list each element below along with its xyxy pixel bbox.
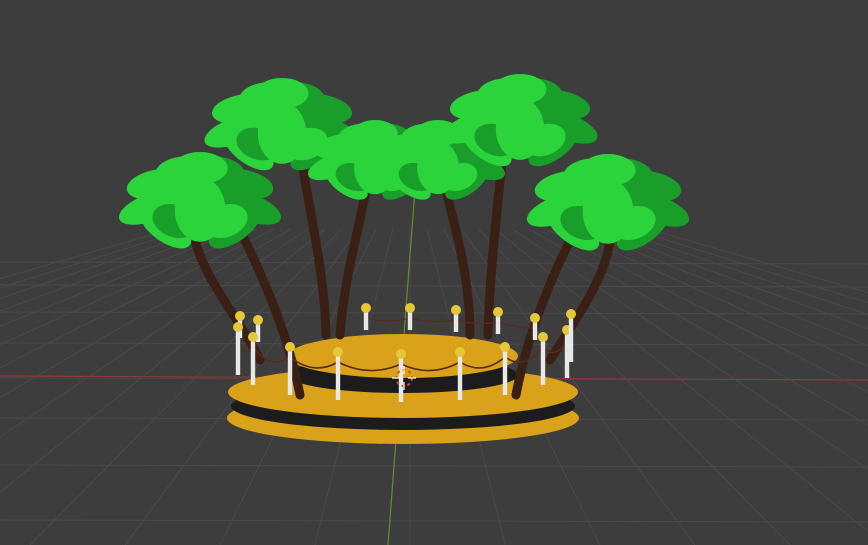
grid-line (0, 228, 205, 299)
fence-post-cap (396, 349, 406, 359)
grid-line (0, 228, 257, 346)
fence-post-cap (500, 342, 510, 352)
grid-line (597, 228, 868, 330)
palm-leaf-center (582, 179, 634, 244)
fence-post-cap (451, 305, 461, 315)
grid-line (0, 228, 171, 280)
fence-post-cap (235, 311, 245, 321)
fence-post (457, 352, 463, 400)
fence-post-cap (530, 313, 540, 323)
fence-post-cap (333, 347, 343, 357)
palm-leaf-center (417, 140, 459, 195)
palm-leaf-center (174, 177, 226, 242)
fence-post-cap (233, 322, 243, 332)
viewport-canvas[interactable] (0, 0, 868, 545)
fence-post-cap (493, 307, 503, 317)
fence-post-cap (248, 332, 258, 342)
fence-post (287, 347, 293, 395)
grid-line (0, 519, 868, 523)
grid-line (580, 228, 868, 347)
grid-line (563, 228, 868, 367)
palm-leaf-center (495, 98, 545, 160)
palm-crowns (118, 74, 690, 251)
palm-crown (526, 154, 690, 251)
grid-line (0, 311, 868, 315)
fence-post-cap (285, 342, 295, 352)
fence-post (335, 352, 341, 400)
fence-post-cap (455, 347, 465, 357)
fence-rope-segment (365, 317, 411, 322)
fence-post (502, 347, 508, 395)
grid-line (632, 228, 868, 304)
fence-post (235, 327, 241, 375)
fence-post (568, 314, 574, 362)
fence-post (250, 337, 256, 385)
grid-line (615, 228, 868, 316)
fence-post-cap (361, 303, 371, 313)
fence-post-cap (405, 303, 415, 313)
grid-line (649, 228, 868, 294)
grid-line (0, 228, 223, 312)
fence-post-cap (253, 315, 263, 325)
fence-post (564, 330, 570, 378)
grid-line (0, 464, 868, 468)
palm-leaf-center (257, 102, 307, 164)
3d-viewport[interactable] (0, 0, 868, 545)
fence-post-cap (538, 332, 548, 342)
fence-post (540, 337, 546, 385)
fence-post-cap (566, 309, 576, 319)
